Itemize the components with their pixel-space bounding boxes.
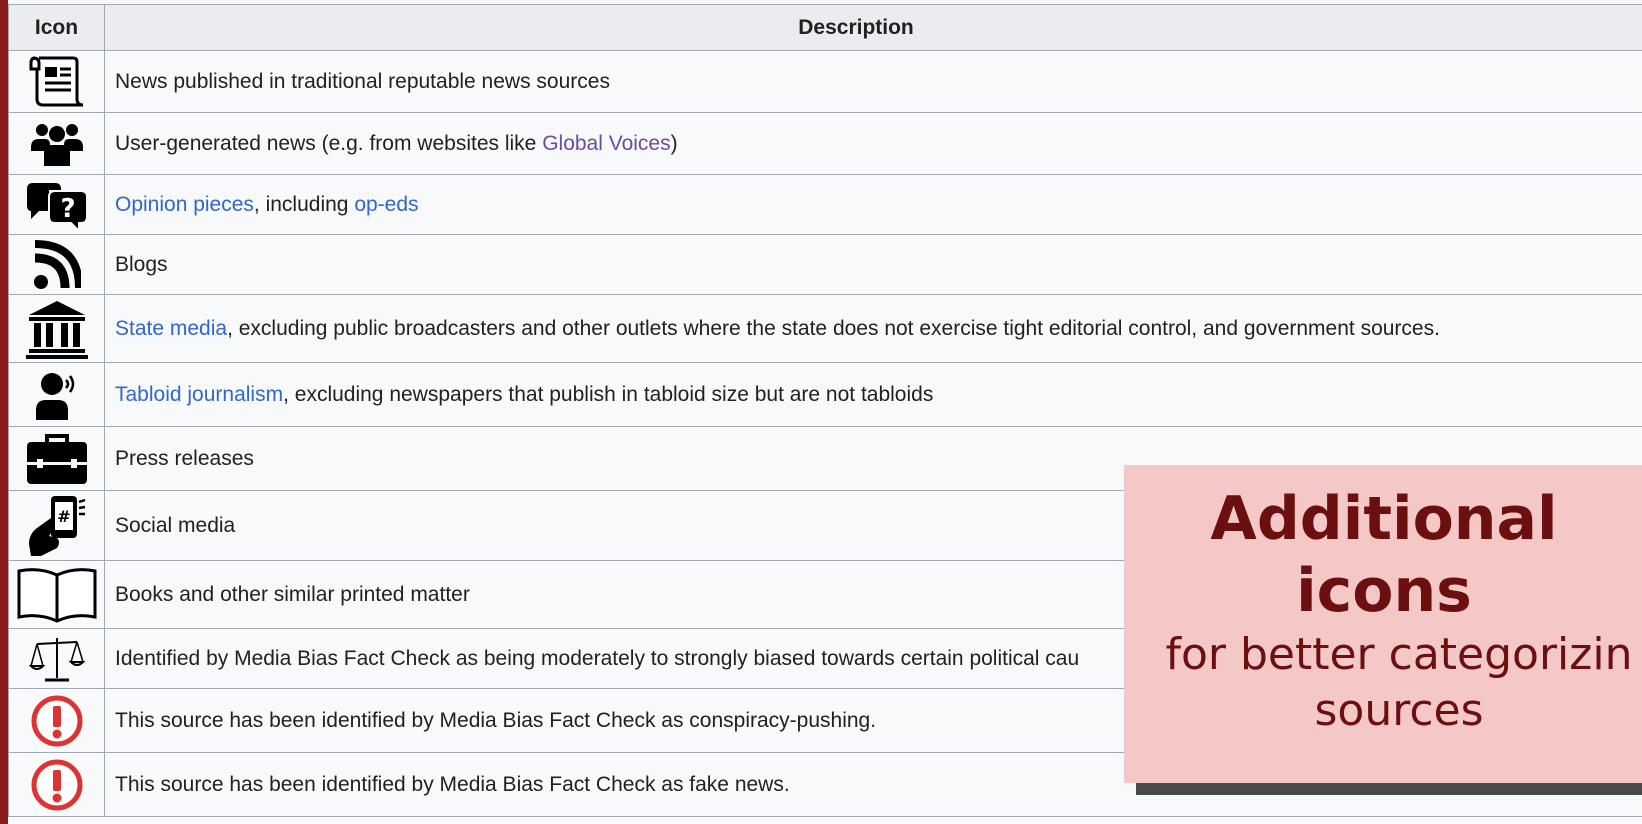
newspaper-icon: [29, 56, 83, 106]
exclamation-circle-icon: [31, 695, 82, 746]
table-row: Blogs: [8, 234, 1642, 295]
tabloid-journalism-link[interactable]: Tabloid journalism: [115, 383, 283, 406]
exclamation-circle-icon: [31, 759, 82, 810]
callout-title-line1: Additional: [1210, 484, 1558, 554]
table-row: ? Opinion pieces, including op-eds: [8, 174, 1642, 235]
phone-in-hand-icon: #: [28, 495, 85, 556]
speech-bubble-question-icon: ?: [26, 182, 88, 231]
header-description: Description: [104, 4, 1642, 51]
open-book-icon: [17, 567, 96, 623]
opinion-pieces-link[interactable]: Opinion pieces: [115, 193, 254, 216]
scales-icon: [28, 637, 85, 681]
row-description: Opinion pieces, including op-eds: [104, 174, 1642, 235]
government-building-icon: [25, 300, 88, 359]
table-row: News published in traditional reputable …: [8, 50, 1642, 113]
header-icon: Icon: [8, 4, 105, 51]
row-description: Tabloid journalism, excluding newspapers…: [104, 362, 1642, 427]
person-speaking-icon: [35, 372, 74, 420]
callout-subtitle-line1: for better categorizin: [1165, 629, 1633, 680]
users-icon: [30, 123, 83, 166]
row-description: News published in traditional reputable …: [104, 50, 1642, 113]
table-row: State media, excluding public broadcaste…: [8, 294, 1642, 363]
global-voices-link[interactable]: Global Voices: [542, 132, 670, 155]
op-eds-link[interactable]: op-eds: [354, 193, 418, 216]
row-description: State media, excluding public broadcaste…: [104, 294, 1642, 363]
briefcase-icon: [26, 433, 87, 484]
table-row: Tabloid journalism, excluding newspapers…: [8, 362, 1642, 427]
state-media-link[interactable]: State media: [115, 317, 227, 340]
row-description: User-generated news (e.g. from websites …: [104, 112, 1642, 175]
rss-icon: [33, 239, 81, 289]
table-row: User-generated news (e.g. from websites …: [8, 112, 1642, 175]
svg-text:#: #: [57, 507, 70, 526]
promo-callout: Additional icons for better categorizin …: [1124, 465, 1642, 783]
row-description: Blogs: [104, 234, 1642, 295]
svg-text:?: ?: [60, 194, 75, 224]
table-header-row: Icon Description: [8, 4, 1642, 51]
callout-subtitle-line2: sources: [1314, 685, 1484, 736]
callout-title-line2: icons: [1296, 556, 1472, 626]
